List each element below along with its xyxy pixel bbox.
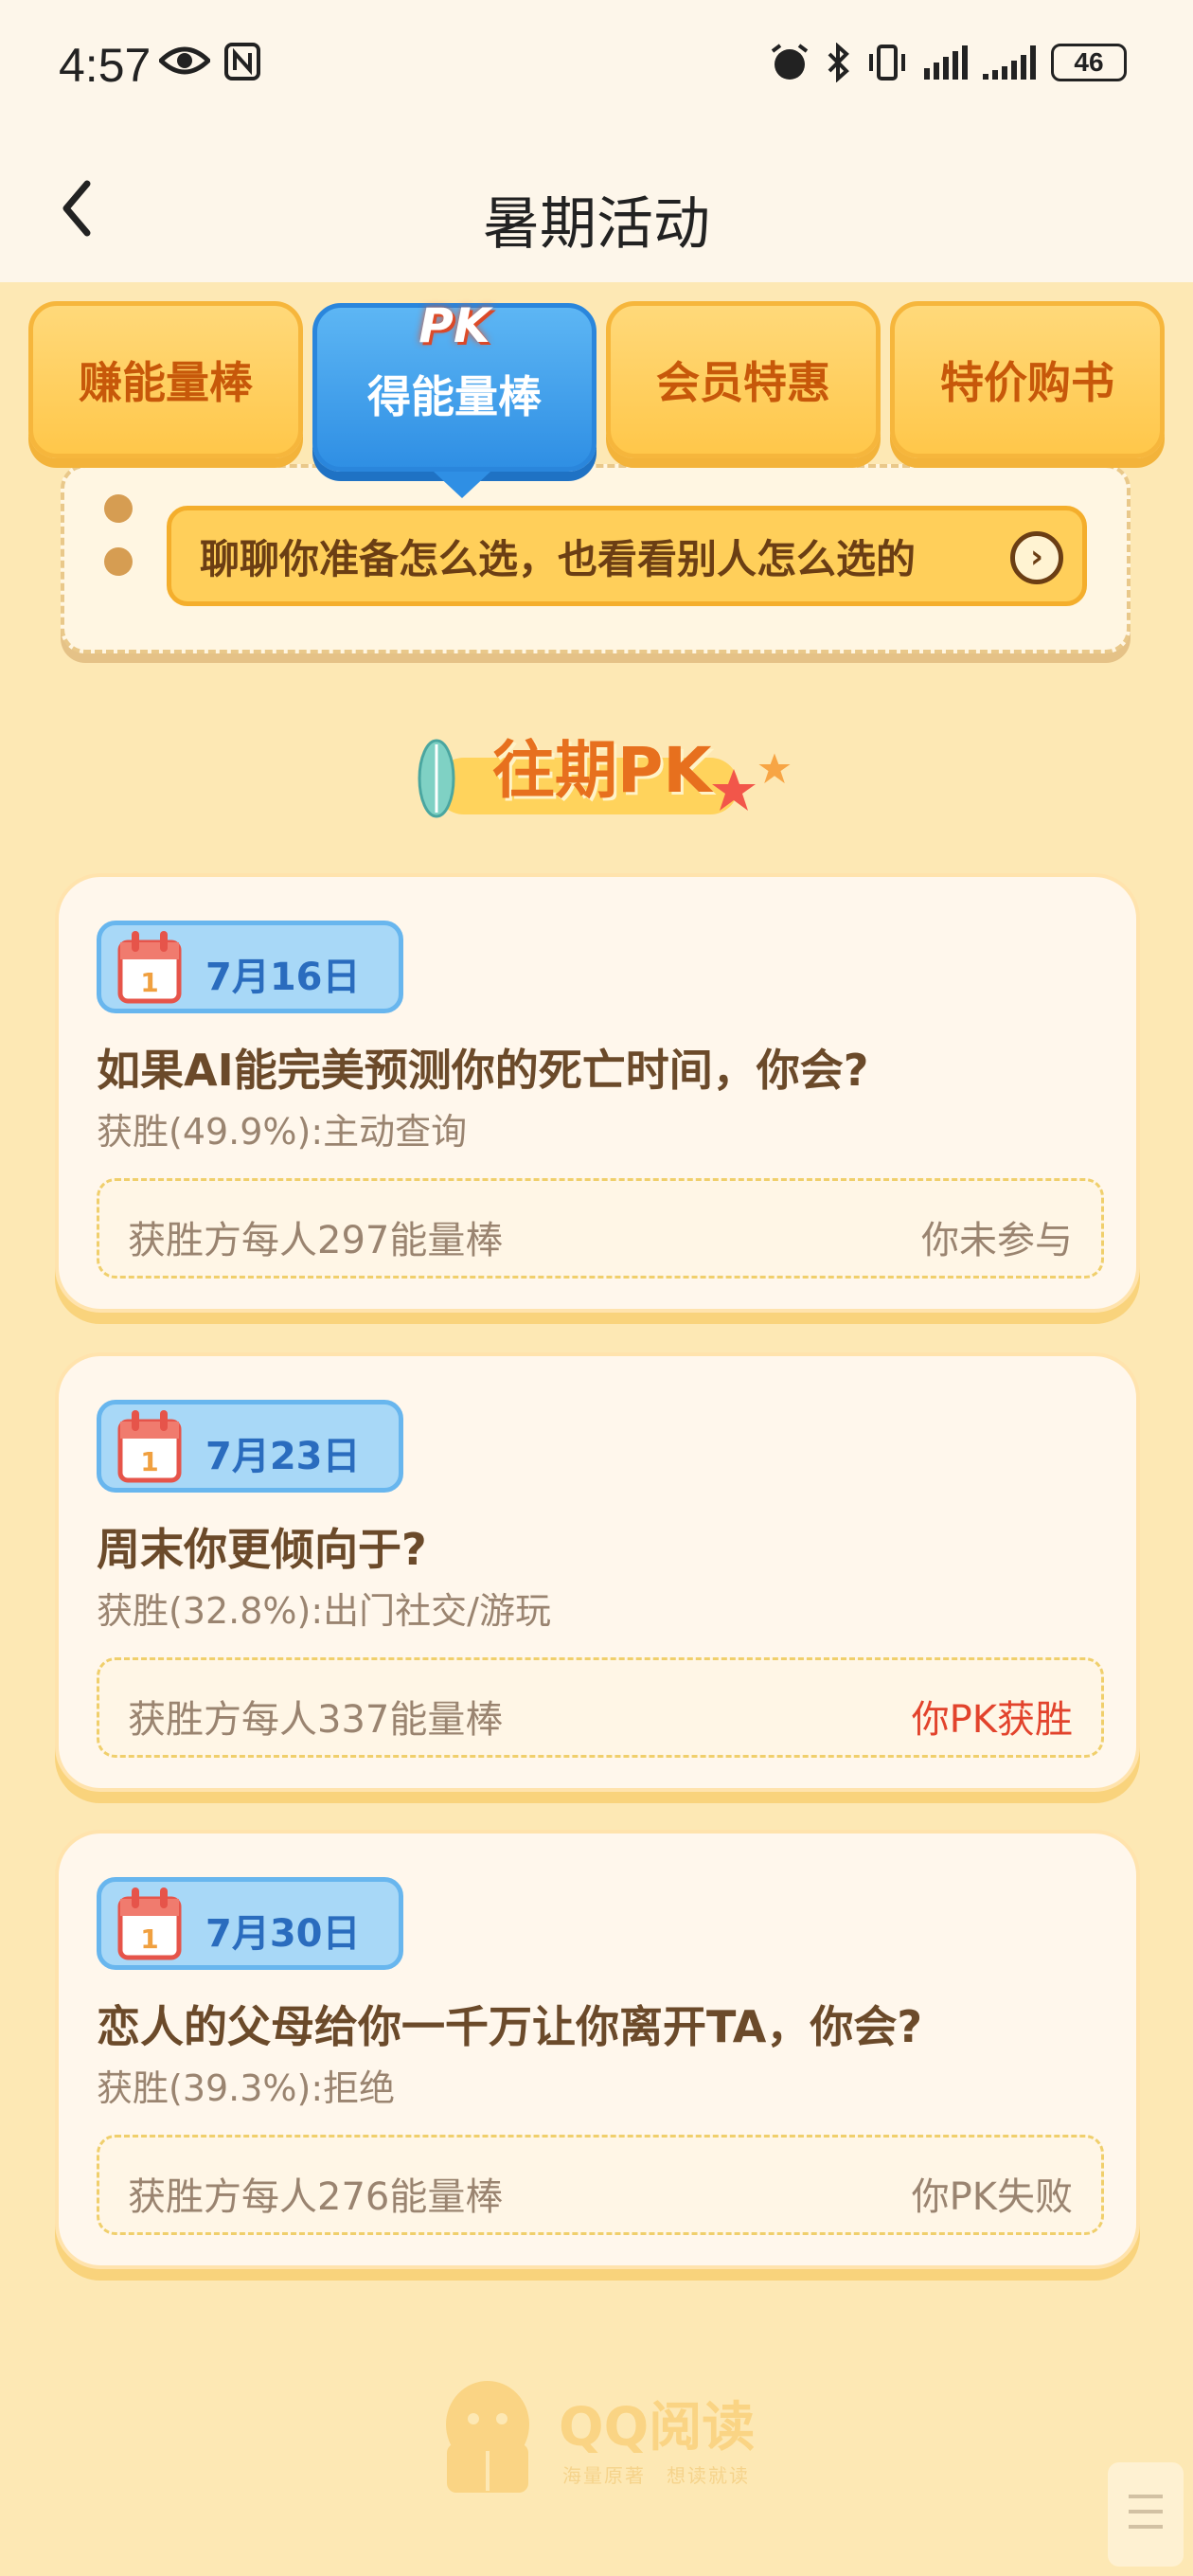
date-label: 7月16日: [205, 956, 361, 999]
winner-text: 获胜(39.3%):拒绝: [97, 2067, 396, 2109]
signal-icon: [924, 45, 968, 80]
date-label: 7月30日: [205, 1912, 361, 1956]
tab-pk-get-energy[interactable]: PK 得能量棒: [312, 298, 596, 472]
past-pk-title: 往期PK: [492, 734, 712, 807]
floating-menu-handle[interactable]: [1108, 2462, 1184, 2567]
qq-reading-logo: QQ阅读 海量原著 想读就读: [436, 2368, 776, 2519]
winner-text: 获胜(32.8%):出门社交/游玩: [97, 1590, 551, 1632]
vibrate-icon: [869, 45, 905, 80]
calendar-icon: 1: [117, 1887, 182, 1960]
tab-label: 得能量棒: [367, 371, 542, 422]
result-text: 你PK失败: [911, 2175, 1073, 2219]
penguin-book-icon: [446, 2381, 529, 2493]
pk-card[interactable]: 1 7月16日 如果AI能完美预测你的死亡时间，你会? 获胜(49.9%):主动…: [55, 873, 1140, 1313]
past-pk-header: 往期PK: [398, 720, 814, 824]
date-tag: 1 7月30日: [97, 1877, 403, 1970]
calendar-icon: 1: [117, 931, 182, 1004]
tab-pointer: [434, 472, 490, 498]
signal-icon-2: [983, 45, 1036, 80]
reward-text: 获胜方每人297能量棒: [128, 1219, 504, 1262]
pk-card[interactable]: 1 7月23日 周末你更倾向于? 获胜(32.8%):出门社交/游玩 获胜方每人…: [55, 1352, 1140, 1792]
question-text: 周末你更倾向于?: [97, 1524, 427, 1575]
svg-text:1: 1: [140, 967, 158, 998]
arrow-right-circle-icon: ›: [1010, 531, 1063, 584]
tab-discount-books[interactable]: 特价购书: [890, 301, 1165, 458]
status-icons-left: [159, 42, 261, 81]
svg-text:1: 1: [140, 1923, 158, 1955]
star-icon: [712, 769, 756, 811]
battery-icon: 46: [1051, 44, 1127, 81]
title-bar: 暑期活动: [0, 142, 1193, 282]
question-text: 恋人的父母给你一千万让你离开TA，你会?: [97, 2001, 923, 2052]
reward-text: 获胜方每人276能量棒: [128, 2175, 504, 2219]
reward-box: 获胜方每人276能量棒 你PK失败: [97, 2135, 1104, 2235]
status-bar: 4:57 46: [0, 0, 1193, 142]
winner-text: 获胜(49.9%):主动查询: [97, 1111, 468, 1153]
eye-icon: [159, 46, 210, 75]
pk-badge: PK: [418, 298, 490, 353]
decor-dot: [104, 547, 133, 576]
chat-prompt-button[interactable]: 聊聊你准备怎么选，也看看别人怎么选的 ›: [167, 506, 1087, 606]
date-tag: 1 7月16日: [97, 921, 403, 1013]
tab-bar: 赚能量棒 PK 得能量棒 会员特惠 特价购书: [0, 284, 1193, 511]
brand-slogan: 海量原著 想读就读: [562, 2464, 750, 2487]
status-icons-right: 46: [769, 42, 1127, 83]
result-text: 你未参与: [921, 1219, 1073, 1262]
svg-text:1: 1: [140, 1446, 158, 1477]
bluetooth-icon: [828, 43, 849, 82]
page-title: 暑期活动: [483, 191, 710, 258]
date-label: 7月23日: [205, 1435, 361, 1478]
question-text: 如果AI能完美预测你的死亡时间，你会?: [97, 1045, 869, 1096]
surfboard-icon: [418, 739, 455, 818]
star-icon: [758, 753, 791, 784]
tab-earn-energy[interactable]: 赚能量棒: [28, 301, 303, 458]
reward-box: 获胜方每人297能量棒 你未参与: [97, 1178, 1104, 1279]
alarm-icon: [771, 44, 809, 80]
status-time: 4:57: [59, 39, 151, 92]
tab-member-deals[interactable]: 会员特惠: [606, 301, 881, 458]
pk-card[interactable]: 1 7月30日 恋人的父母给你一千万让你离开TA，你会? 获胜(39.3%):拒…: [55, 1830, 1140, 2269]
reward-box: 获胜方每人337能量棒 你PK获胜: [97, 1657, 1104, 1758]
reward-text: 获胜方每人337能量棒: [128, 1698, 504, 1742]
calendar-icon: 1: [117, 1410, 182, 1483]
nfc-icon: [224, 43, 260, 80]
chat-prompt-label: 聊聊你准备怎么选，也看看别人怎么选的: [200, 535, 917, 582]
date-tag: 1 7月23日: [97, 1400, 403, 1493]
brand-name: QQ阅读: [559, 2397, 756, 2459]
result-text: 你PK获胜: [911, 1698, 1073, 1742]
